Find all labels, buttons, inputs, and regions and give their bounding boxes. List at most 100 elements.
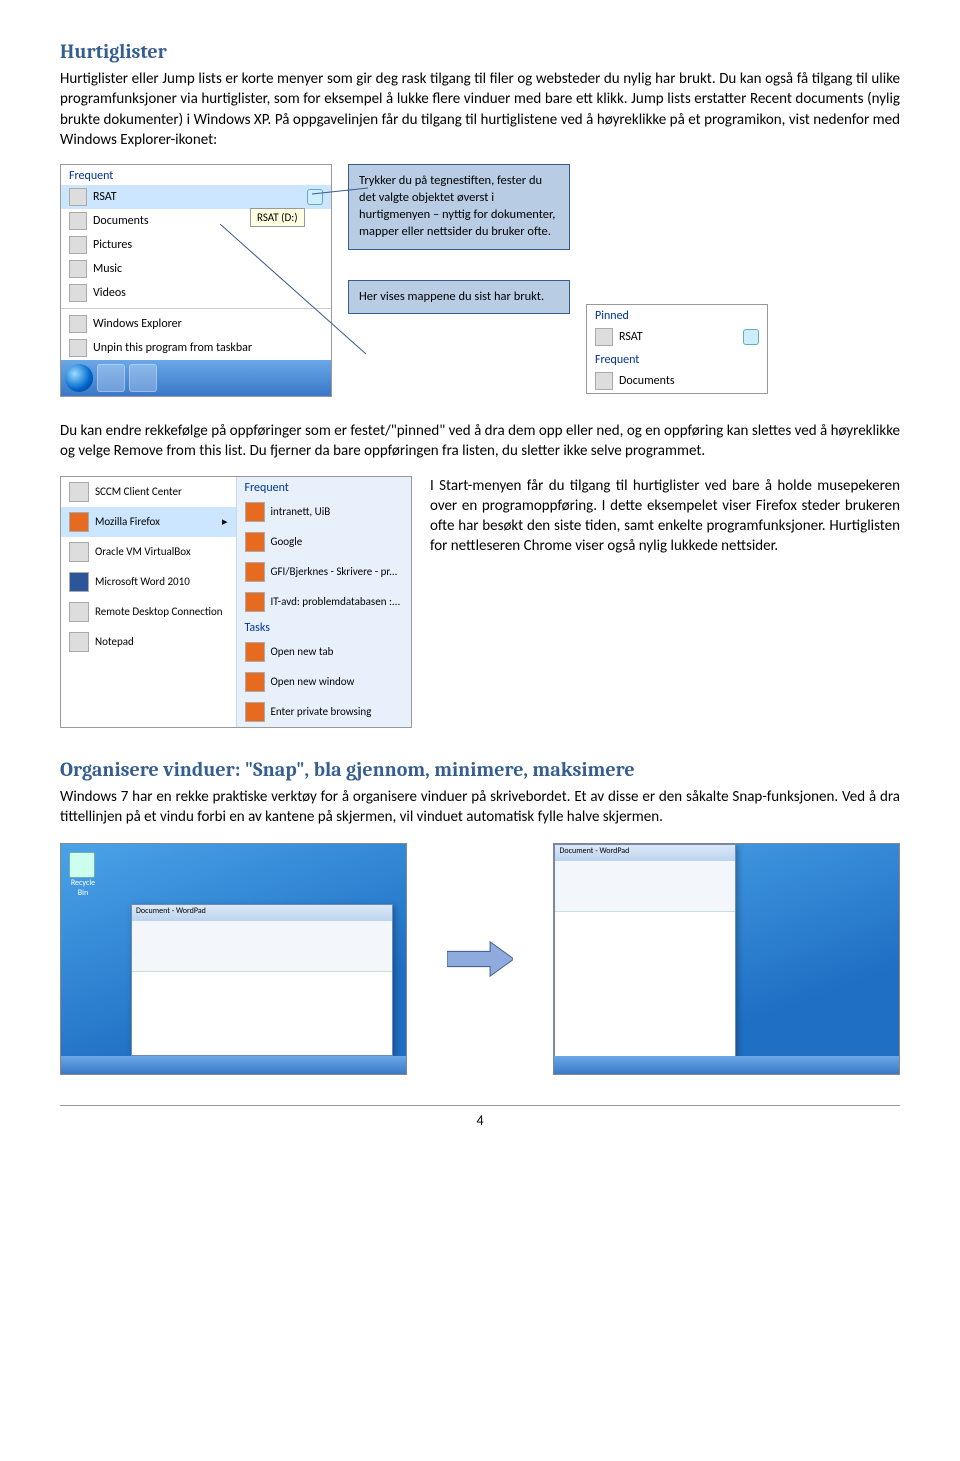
label: IT-avd: problemdatabasen :... <box>271 595 401 608</box>
firefox-icon <box>245 592 265 612</box>
folder-icon <box>69 284 87 302</box>
snap-figure-row: Recycle Bin Document - WordPad Document … <box>60 843 900 1075</box>
app-icon <box>69 632 89 652</box>
connector-line-2 <box>220 224 370 364</box>
connector-line-1 <box>312 184 372 204</box>
firefox-icon <box>245 562 265 582</box>
arrow-left-icon <box>60 862 61 886</box>
callout-column: Trykker du på tegnestiften, fester du de… <box>348 164 570 397</box>
startmenu-figure-row: SCCM Client Center Mozilla Firefox ▸ Orac… <box>60 476 900 728</box>
pinned-item-rsat[interactable]: RSAT <box>587 325 767 349</box>
label: Open new tab <box>271 645 334 658</box>
page-number: 4 <box>476 1112 483 1129</box>
word-icon <box>69 572 89 592</box>
sm-item-word[interactable]: Microsoft Word 2010 <box>61 567 236 597</box>
app-icon <box>69 482 89 502</box>
sm-r-newtab[interactable]: Open new tab <box>237 637 412 667</box>
paragraph-startmenu: I Start-menyen får du tilgang til hurtig… <box>430 476 900 718</box>
label: Documents <box>619 374 675 388</box>
label: Open new window <box>271 675 355 688</box>
header-pinned: Pinned <box>587 305 767 325</box>
folder-icon <box>595 372 613 390</box>
titlebar[interactable]: Document - WordPad <box>132 905 392 921</box>
start-menu-left: SCCM Client Center Mozilla Firefox ▸ Orac… <box>61 477 236 727</box>
firefox-icon <box>245 502 265 522</box>
page-footer: 4 <box>60 1105 900 1129</box>
label: Music <box>93 262 122 276</box>
pin-icon[interactable] <box>743 329 759 345</box>
wordpad-window-before[interactable]: Document - WordPad <box>131 904 393 1056</box>
label: RSAT <box>93 190 117 204</box>
start-orb-icon[interactable] <box>65 364 93 392</box>
label: Microsoft Word 2010 <box>95 575 190 588</box>
titlebar[interactable]: Document - WordPad <box>555 845 735 861</box>
unpin-icon <box>69 339 87 357</box>
jumplist-figure-row: Frequent RSAT Documents Pictures Music V… <box>60 164 900 397</box>
taskbar-explorer-icon[interactable] <box>129 364 157 392</box>
ribbon <box>132 921 392 972</box>
taskbar <box>554 1056 899 1074</box>
ribbon <box>555 861 735 912</box>
paragraph-reorder: Du kan endre rekkefølge på oppføringer s… <box>60 421 900 462</box>
sm-item-vbox[interactable]: Oracle VM VirtualBox <box>61 537 236 567</box>
jumplist-header-frequent: Frequent <box>61 165 331 185</box>
firefox-icon <box>245 672 265 692</box>
sm-r-google[interactable]: Google <box>237 527 412 557</box>
start-menu-right: Frequent intranett, UiB Google GFI/Bjerk… <box>236 477 412 727</box>
callout-frequent: Her vises mappene du sist har brukt. <box>348 280 570 315</box>
sm-r-newwin[interactable]: Open new window <box>237 667 412 697</box>
sm-header-tasks: Tasks <box>237 617 412 637</box>
taskbar <box>61 360 331 396</box>
taskbar <box>61 1056 406 1074</box>
intro-paragraph: Hurtiglister eller Jump lists er korte m… <box>60 69 900 150</box>
desktop-before: Recycle Bin Document - WordPad <box>60 843 407 1075</box>
firefox-icon <box>245 532 265 552</box>
explorer-icon <box>69 315 87 333</box>
sm-item-rdp[interactable]: Remote Desktop Connection <box>61 597 236 627</box>
header-frequent2: Frequent <box>587 349 767 369</box>
sm-item-notepad[interactable]: Notepad <box>61 627 236 657</box>
sm-r-intranett[interactable]: intranett, UiB <box>237 497 412 527</box>
desktop-after: Document - WordPad <box>553 843 900 1075</box>
label: Mozilla Firefox <box>95 515 160 528</box>
sm-r-gfi[interactable]: GFI/Bjerknes - Skrivere - pr... <box>237 557 412 587</box>
heading-snap: Organisere vinduer: "Snap", bla gjennom,… <box>60 758 900 781</box>
app-icon <box>69 542 89 562</box>
label: Documents <box>93 214 149 228</box>
chevron-right-icon: ▸ <box>222 515 228 528</box>
label: GFI/Bjerknes - Skrivere - pr... <box>271 565 398 578</box>
sm-header-frequent: Frequent <box>237 477 412 497</box>
folder-icon <box>69 236 87 254</box>
firefox-icon <box>245 702 265 722</box>
wordpad-window-after[interactable]: Document - WordPad <box>554 844 736 1058</box>
jumplist-item-rsat[interactable]: RSAT <box>61 185 331 209</box>
label: intranett, UiB <box>271 505 331 518</box>
label: RSAT <box>619 330 643 344</box>
label: Remote Desktop Connection <box>95 605 223 618</box>
sm-item-firefox[interactable]: Mozilla Firefox ▸ <box>61 507 236 537</box>
heading-hurtiglister: Hurtiglister <box>60 40 900 63</box>
sm-item-sccm[interactable]: SCCM Client Center <box>61 477 236 507</box>
label: Windows Explorer <box>93 317 182 331</box>
jumplist-pinned: Pinned RSAT Frequent Documents <box>586 304 768 394</box>
sm-r-private[interactable]: Enter private browsing <box>237 697 412 727</box>
label: Notepad <box>95 635 134 648</box>
firefox-icon <box>245 642 265 662</box>
label: Oracle VM VirtualBox <box>95 545 191 558</box>
arrow-right-icon <box>447 939 514 979</box>
sm-r-itavd[interactable]: IT-avd: problemdatabasen :... <box>237 587 412 617</box>
app-icon <box>69 602 89 622</box>
frequent-item-documents[interactable]: Documents <box>587 369 767 393</box>
label: Enter private browsing <box>271 705 372 718</box>
folder-icon <box>69 260 87 278</box>
label: SCCM Client Center <box>95 485 182 498</box>
label: Videos <box>93 286 126 300</box>
paragraph-snap: Windows 7 har en rekke praktiske verktøy… <box>60 787 900 828</box>
recycle-bin-icon[interactable]: Recycle Bin <box>69 852 97 884</box>
folder-icon <box>69 212 87 230</box>
drive-icon <box>595 328 613 346</box>
drive-icon <box>69 188 87 206</box>
label: Pictures <box>93 238 132 252</box>
taskbar-ie-icon[interactable] <box>97 364 125 392</box>
start-menu: SCCM Client Center Mozilla Firefox ▸ Orac… <box>60 476 412 728</box>
